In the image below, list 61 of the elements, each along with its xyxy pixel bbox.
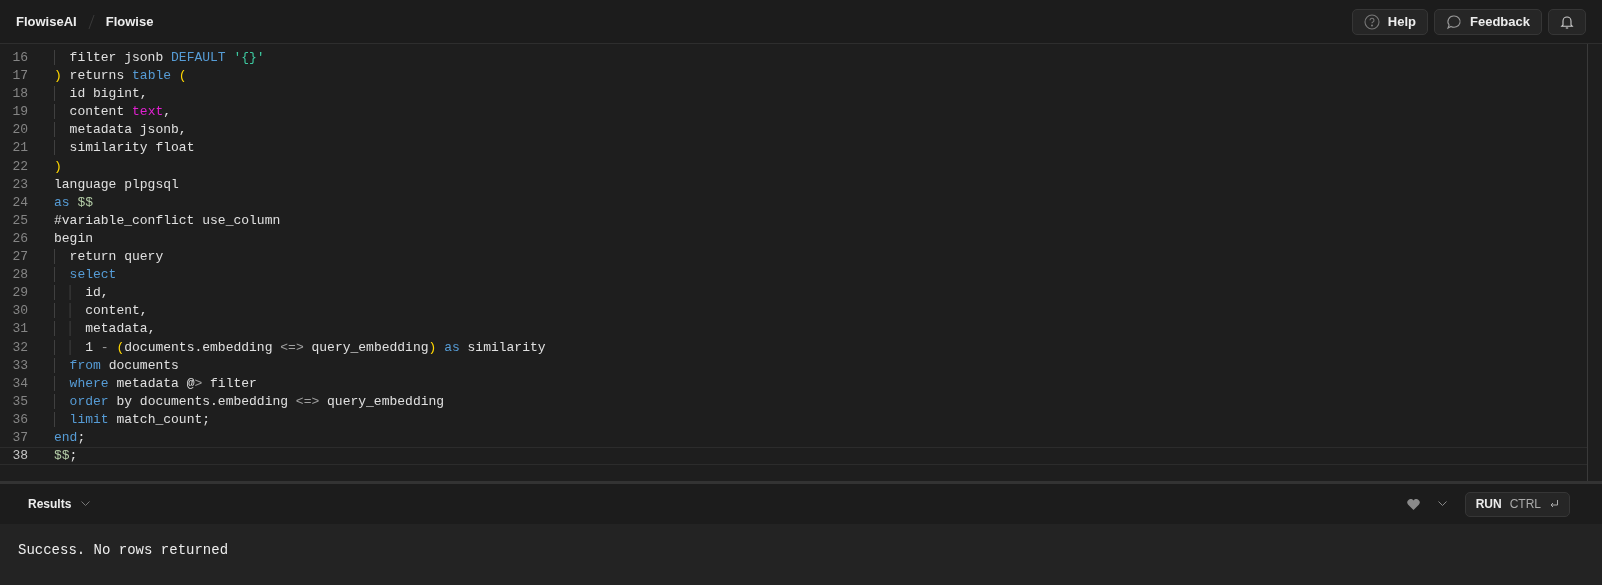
code-line[interactable]: ) returns table (	[54, 67, 187, 86]
breadcrumb-link[interactable]: FlowiseAI	[16, 14, 77, 29]
code-line[interactable]: #variable_conflict use_column	[54, 211, 281, 230]
code-line[interactable]: metadata,	[54, 320, 156, 339]
code-line[interactable]: as $$	[54, 193, 93, 212]
line-number: 28	[11, 266, 29, 285]
help-button[interactable]: Help	[1351, 8, 1428, 35]
feedback-button[interactable]: Feedback	[1434, 8, 1542, 35]
line-number: 32	[11, 338, 29, 357]
line-number: 26	[11, 229, 29, 248]
code-line[interactable]: where metadata @> filter	[54, 374, 257, 393]
code-line[interactable]: language plpgsql	[54, 175, 179, 194]
code-line[interactable]: similarity float	[54, 139, 195, 158]
line-number: 17	[11, 67, 29, 86]
line-number: 22	[11, 157, 29, 176]
line-number: 25	[11, 211, 29, 230]
chevron-down-icon	[81, 501, 91, 507]
code-line[interactable]: limit match_count;	[54, 410, 211, 429]
code-line[interactable]: select	[54, 266, 117, 285]
bell-icon	[1559, 13, 1575, 30]
code-line[interactable]: id,	[54, 284, 109, 303]
code-line[interactable]: metadata jsonb,	[54, 121, 187, 140]
heart-icon[interactable]	[1406, 498, 1420, 510]
line-number: 23	[11, 175, 29, 194]
result-message: Success. No rows returned	[18, 542, 229, 558]
speech-bubble-icon	[1446, 13, 1462, 30]
breadcrumb-link[interactable]: Flowise	[105, 14, 154, 29]
code-line[interactable]: id bigint,	[54, 85, 148, 104]
results-tab[interactable]: Results	[28, 497, 1407, 511]
line-number: 27	[11, 248, 29, 267]
line-number: 34	[11, 374, 29, 393]
line-number: 38	[11, 448, 29, 465]
line-number: 21	[11, 139, 29, 158]
help-icon	[1363, 13, 1380, 30]
line-number: 18	[11, 85, 29, 104]
chevron-down-icon[interactable]	[1437, 501, 1447, 507]
code-line[interactable]: 1 - (documents.embedding <=> query_embedding) as similarity	[54, 338, 546, 357]
line-number: 16	[11, 49, 29, 67]
return-key-icon	[1549, 499, 1559, 509]
code-line[interactable]: end;	[54, 428, 86, 448]
line-number: 20	[11, 121, 29, 140]
line-number: 24	[11, 193, 29, 212]
code-line[interactable]: )	[54, 157, 62, 176]
notifications-button[interactable]	[1548, 8, 1586, 35]
code-line[interactable]: order by documents.embedding <=> query_embedding	[54, 392, 445, 411]
code-line[interactable]: begin	[54, 229, 93, 249]
code-line[interactable]: filter jsonb DEFAULT '{}'	[54, 49, 265, 68]
code-line[interactable]: content,	[54, 302, 148, 321]
code-line[interactable]: return query	[54, 248, 164, 267]
line-number: 31	[11, 320, 29, 339]
line-number: 37	[11, 428, 29, 447]
code-line[interactable]: $$;	[54, 448, 78, 465]
line-number: 30	[11, 302, 29, 321]
line-number: 19	[11, 103, 29, 122]
line-number: 29	[11, 284, 29, 303]
line-number: 36	[11, 410, 29, 429]
run-button[interactable]: RUN CTRL	[1464, 491, 1570, 517]
code-line[interactable]: content text,	[54, 103, 172, 122]
code-line[interactable]: from documents	[54, 356, 179, 375]
line-number: 35	[11, 392, 29, 411]
line-number: 33	[11, 356, 29, 375]
